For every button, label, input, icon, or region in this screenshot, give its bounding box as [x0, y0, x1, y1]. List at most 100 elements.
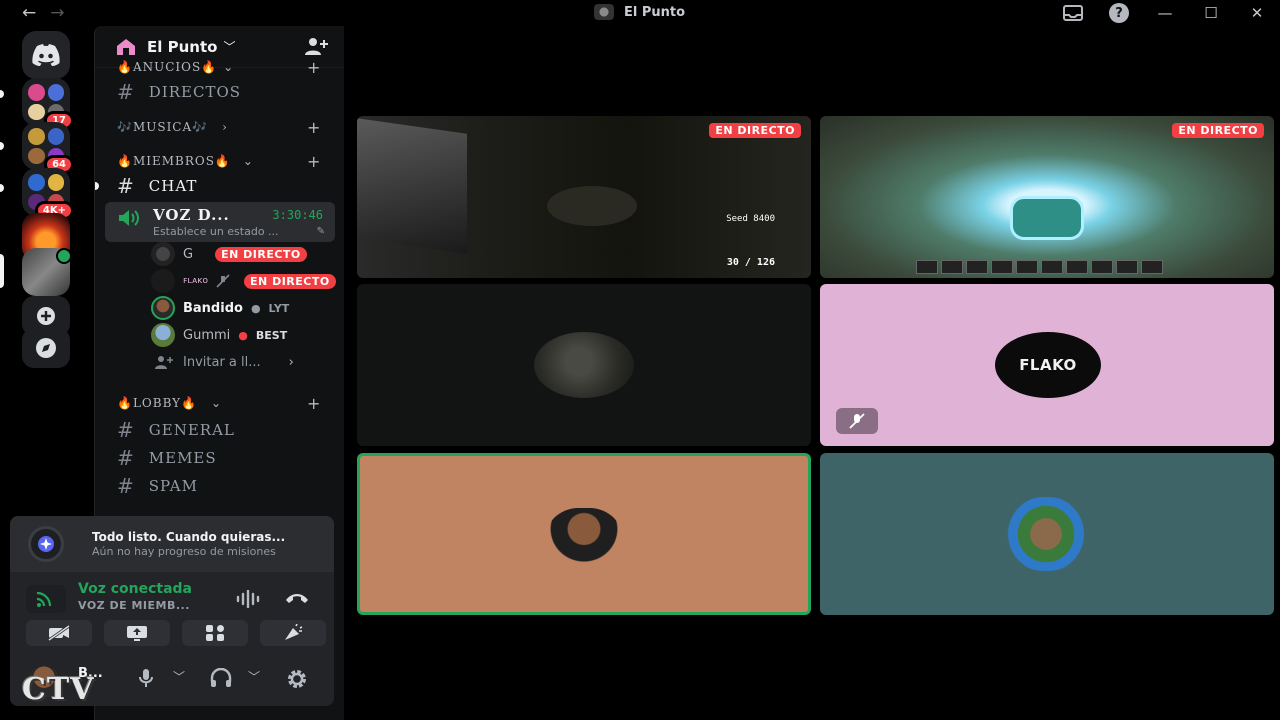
participant-tile-gummi[interactable]	[820, 453, 1274, 615]
settings-button[interactable]	[286, 668, 308, 694]
help-icon: ?	[1109, 3, 1129, 23]
channel-general[interactable]: # GENERAL	[117, 418, 235, 442]
discord-home-button[interactable]	[22, 31, 70, 79]
headphones-icon	[210, 667, 232, 687]
chevron-right-icon: ›	[222, 120, 228, 134]
voice-user[interactable]: G EN DIRECTO	[151, 242, 307, 266]
activity-icon: ●	[238, 328, 248, 342]
add-user-icon	[155, 356, 173, 369]
participant-avatar	[534, 332, 634, 398]
participant-tile-bandido-speaking[interactable]	[357, 453, 811, 615]
gear-icon	[288, 670, 306, 688]
create-channel-button[interactable]: +	[307, 152, 321, 171]
server-icon-el-punto[interactable]	[22, 248, 72, 296]
community-icon	[117, 38, 135, 55]
avatar	[151, 323, 175, 347]
inbox-icon[interactable]	[1062, 5, 1084, 21]
voice-channel-active[interactable]: VOZ D... 3:30:46 Establece un estado ...…	[105, 202, 335, 242]
signal-icon[interactable]	[26, 585, 66, 613]
pencil-icon[interactable]: ✎	[317, 226, 325, 237]
soundboard-button[interactable]	[260, 620, 326, 646]
headphones-button[interactable]	[210, 667, 232, 692]
voice-channel-label[interactable]: VOZ DE MIEMB...	[78, 599, 190, 612]
create-channel-button[interactable]: +	[307, 118, 321, 137]
voice-stage: EN DIRECTO Seed 8400 30 / 126 EN DIRECTO…	[344, 26, 1280, 720]
explore-servers-button[interactable]	[22, 328, 70, 368]
channel-directos[interactable]: # DIRECTOS	[117, 80, 241, 104]
stream-tile-flako[interactable]: EN DIRECTO	[820, 116, 1274, 278]
screen-share-icon	[127, 626, 147, 641]
stream-tile-g[interactable]: EN DIRECTO Seed 8400 30 / 126	[357, 116, 811, 278]
plus-icon	[37, 307, 55, 325]
voice-user-name: Bandido	[183, 300, 243, 316]
quest-banner[interactable]: Todo listo. Cuando quieras... Aún no hay…	[10, 516, 334, 572]
chevron-down-icon[interactable]: ﹀	[173, 668, 185, 685]
server-mini-icon	[594, 4, 614, 20]
live-badge: EN DIRECTO	[244, 273, 336, 289]
help-button[interactable]: ?	[1108, 3, 1130, 23]
create-channel-button[interactable]: +	[307, 58, 321, 77]
muted-icon	[216, 274, 230, 288]
unread-indicator	[95, 182, 99, 190]
muted-indicator	[836, 408, 878, 434]
participant-avatar	[996, 497, 1096, 571]
create-channel-button[interactable]: +	[307, 394, 321, 413]
activity-label: BEST	[255, 328, 288, 342]
chevron-down-icon: ⌄	[211, 396, 223, 410]
back-button[interactable]: ←	[22, 3, 36, 23]
avatar	[151, 242, 175, 266]
channel-memes[interactable]: # MEMES	[117, 446, 217, 470]
unread-pill	[0, 90, 4, 98]
microphone-icon	[139, 669, 153, 687]
voice-user[interactable]: Gummi ● BEST	[151, 323, 288, 347]
category-anuncios[interactable]: 🔥ANUCIOS🔥 ⌄ +	[117, 58, 320, 77]
category-musica[interactable]: 🎶MUSICA🎶 › +	[117, 118, 320, 137]
maximize-button[interactable]: ☐	[1188, 4, 1234, 22]
voice-user[interactable]: ꜰʟᴀᴋᴏ EN DIRECTO	[151, 269, 336, 293]
channel-chat[interactable]: # CHAT	[117, 174, 197, 198]
server-folder-3[interactable]: 4K+	[22, 168, 74, 220]
invite-people-icon[interactable]	[304, 36, 328, 56]
mic-off-icon	[849, 413, 865, 429]
noise-suppression-icon[interactable]	[236, 590, 262, 608]
minimize-button[interactable]: —	[1142, 4, 1188, 22]
voice-user-name: Gummi	[183, 327, 231, 343]
microphone-button[interactable]	[138, 668, 154, 692]
hashtag-icon: #	[117, 474, 135, 498]
voice-active-icon	[56, 248, 72, 264]
forward-button[interactable]: →	[50, 3, 64, 23]
hashtag-icon: #	[117, 446, 135, 470]
camera-button[interactable]	[26, 620, 92, 646]
window-title: El Punto	[594, 4, 685, 20]
screen-share-button[interactable]	[104, 620, 170, 646]
channel-list: 🔥ANUCIOS🔥 ⌄ + # DIRECTOS 🎶MUSICA🎶 › + 🔥M…	[95, 58, 344, 528]
invite-to-voice[interactable]: Invitar a ll... ›	[151, 351, 294, 373]
server-folder-2[interactable]: 64	[22, 122, 74, 174]
stream-hotbar	[916, 260, 1163, 274]
chevron-down-icon[interactable]: ﹀	[248, 668, 260, 685]
server-folder-1[interactable]: 17	[22, 78, 74, 130]
camera-off-icon	[48, 625, 70, 641]
stream-scene	[547, 186, 637, 226]
flako-label: FLAKO	[1019, 356, 1077, 374]
voice-user[interactable]: Bandido ● LYT	[151, 296, 290, 320]
unread-pill	[0, 142, 4, 150]
channel-spam[interactable]: # SPAM	[117, 474, 198, 498]
participant-avatar	[544, 508, 624, 568]
disconnect-icon[interactable]	[284, 590, 310, 606]
participant-tile-g[interactable]	[357, 284, 811, 446]
voice-connected-label[interactable]: Voz conectada	[78, 581, 192, 597]
activity-label: LYT	[268, 301, 290, 315]
category-lobby[interactable]: 🔥LOBBY🔥 ⌄ +	[117, 394, 320, 413]
close-button[interactable]: ✕	[1234, 4, 1280, 22]
selected-server-pill	[0, 254, 4, 288]
discord-logo-icon	[32, 44, 60, 66]
category-miembros[interactable]: 🔥MIEMBROS🔥 ⌄ +	[117, 152, 320, 171]
activities-button[interactable]	[182, 620, 248, 646]
chevron-down-icon: ⌄	[242, 154, 254, 168]
channel-name: SPAM	[148, 477, 198, 495]
title-bar: ← → El Punto ? — ☐ ✕	[0, 0, 1280, 26]
voice-status[interactable]: Establece un estado ...	[153, 225, 279, 238]
invite-label: Invitar a ll...	[183, 354, 261, 370]
participant-tile-flako[interactable]: FLAKO	[820, 284, 1274, 446]
